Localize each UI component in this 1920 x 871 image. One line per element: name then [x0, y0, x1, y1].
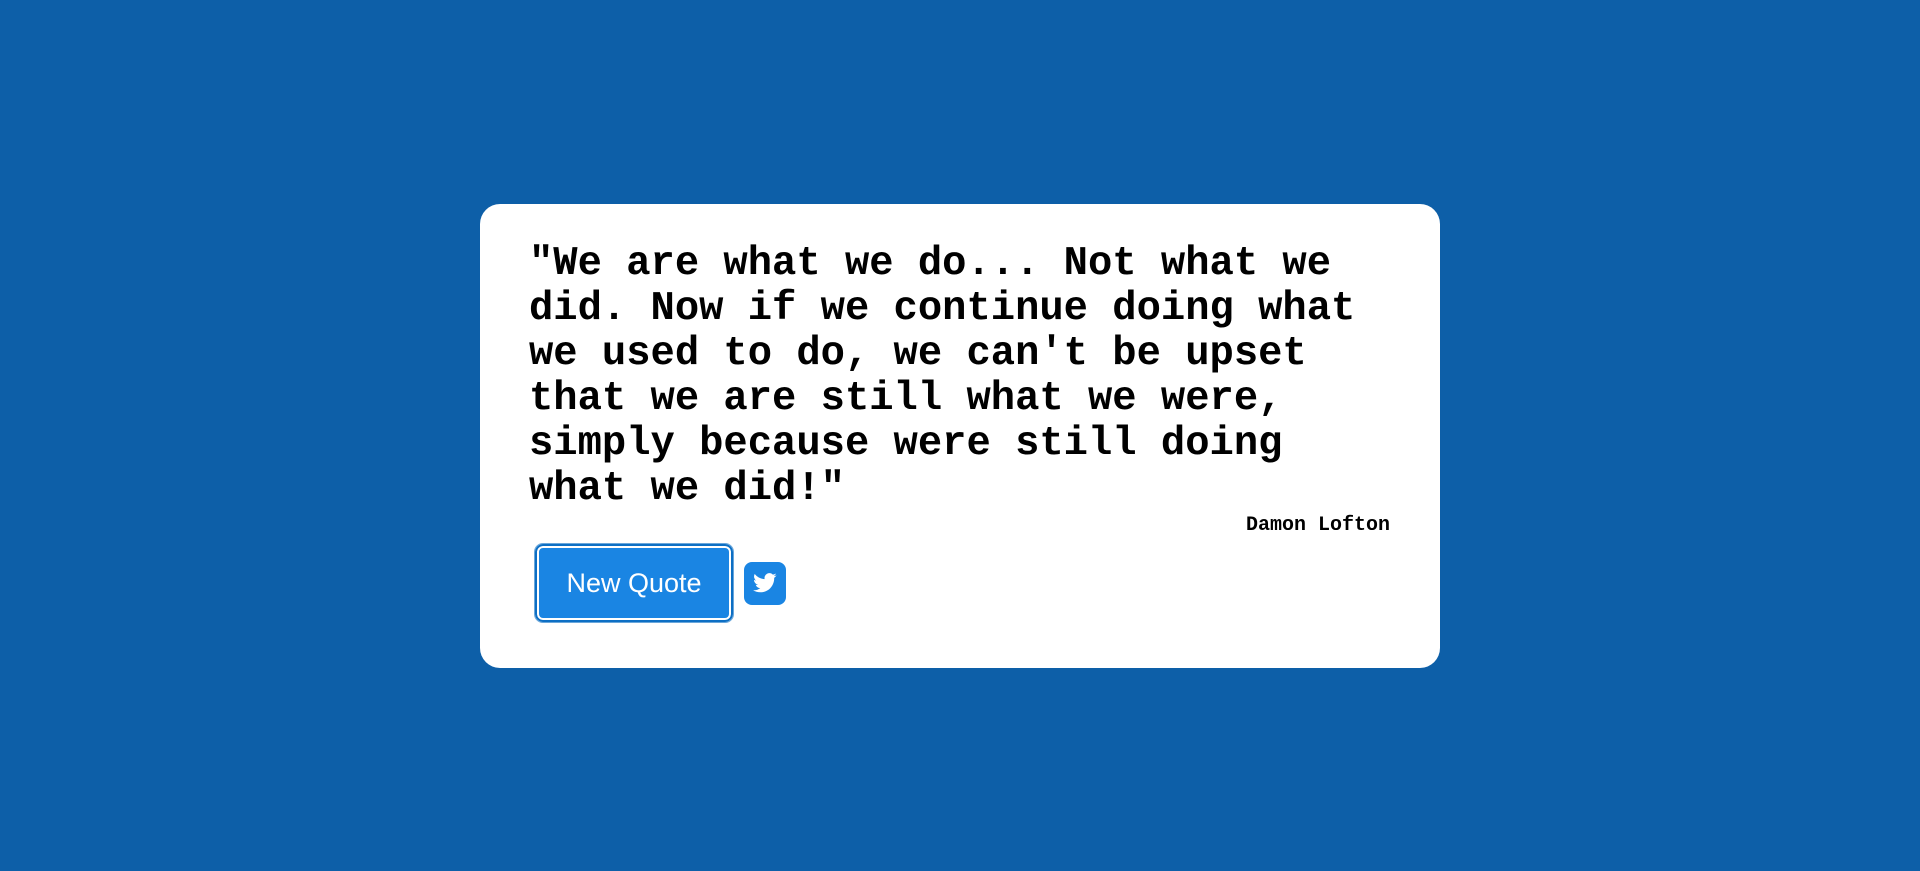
quote-controls: New Quote — [534, 543, 786, 623]
twitter-icon — [753, 573, 777, 593]
quote-author: Damon Lofton — [1245, 514, 1390, 537]
new-quote-button[interactable]: New Quote — [534, 543, 734, 623]
quote-text: "We are what we do... Not what we did. N… — [529, 241, 1356, 512]
tweet-quote-button[interactable] — [744, 561, 786, 605]
quote-card: "We are what we do... Not what we did. N… — [480, 204, 1440, 668]
page-background: { "quote": { "text": "\"We are what we d… — [0, 0, 1920, 871]
